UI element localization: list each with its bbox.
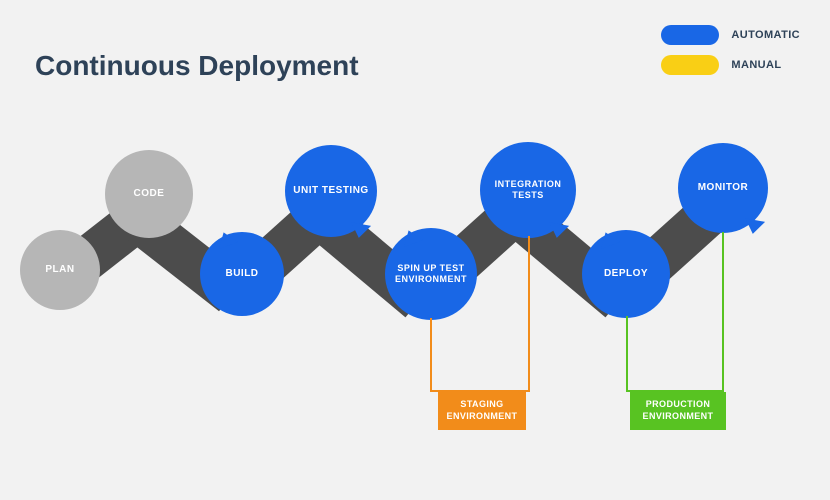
node-deploy: DEPLOY — [582, 230, 670, 318]
node-plan: PLAN — [20, 230, 100, 310]
production-env-label: PRODUCTION ENVIRONMENT — [638, 399, 718, 422]
staging-line — [430, 318, 432, 390]
legend-manual-swatch — [661, 55, 719, 75]
node-build: BUILD — [200, 232, 284, 316]
node-spin-up: SPIN UP TEST ENVIRONMENT — [385, 228, 477, 320]
production-env-box: PRODUCTION ENVIRONMENT — [630, 392, 726, 430]
legend-automatic-label: AUTOMATIC — [731, 29, 800, 41]
production-line — [722, 232, 724, 390]
node-spin-up-label: SPIN UP TEST ENVIRONMENT — [391, 263, 471, 285]
page-title: Continuous Deployment — [35, 50, 359, 82]
node-deploy-label: DEPLOY — [604, 268, 648, 280]
legend-manual: MANUAL — [661, 55, 800, 75]
staging-env-box: STAGING ENVIRONMENT — [438, 392, 526, 430]
legend-manual-label: MANUAL — [731, 59, 781, 71]
legend: AUTOMATIC MANUAL — [661, 25, 800, 85]
speech-tail-icon — [743, 218, 765, 235]
node-code: CODE — [105, 150, 193, 238]
legend-automatic-swatch — [661, 25, 719, 45]
node-unit-testing-label: UNIT TESTING — [293, 185, 368, 197]
node-build-label: BUILD — [225, 268, 258, 280]
legend-automatic: AUTOMATIC — [661, 25, 800, 45]
node-unit-testing: UNIT TESTING — [285, 145, 377, 237]
node-code-label: CODE — [134, 188, 165, 200]
staging-line — [528, 236, 530, 390]
node-monitor-label: MONITOR — [698, 182, 749, 194]
production-line — [626, 316, 628, 390]
pipeline-diagram: PLAN CODE BUILD UNIT TESTING SPIN UP TES… — [20, 140, 810, 360]
node-integration-label: INTEGRATION TESTS — [486, 179, 570, 201]
staging-env-label: STAGING ENVIRONMENT — [446, 399, 518, 422]
node-plan-label: PLAN — [45, 264, 74, 276]
